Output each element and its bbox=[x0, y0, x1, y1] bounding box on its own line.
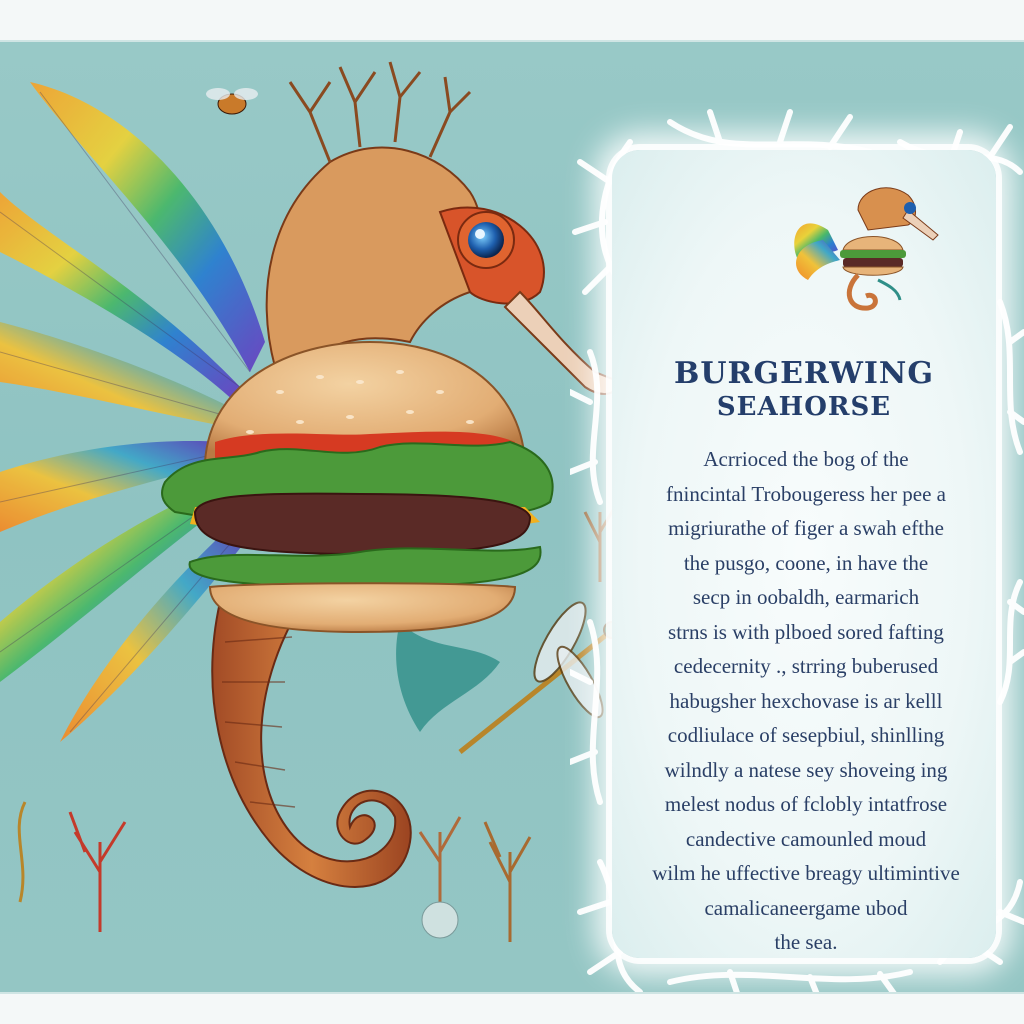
text-line: fnincintal Trobougeress her pee a bbox=[666, 481, 946, 506]
text-line: codliulace of sesepbiul, shinlling bbox=[667, 723, 945, 747]
text-line: wilm he uffective breagy ultimintive bbox=[652, 861, 960, 885]
seaweed-fringe bbox=[396, 622, 500, 732]
card-body-text: Acrrioced the bog of the fnincintal Trob… bbox=[630, 442, 982, 960]
description-card: BURGERWING SEAHORSE Acrrioced the bog of… bbox=[612, 150, 996, 958]
sea-urchin bbox=[421, 901, 459, 939]
text-line: wilndly a natese sey shoveing ing bbox=[664, 757, 948, 782]
text-line: melest nodus of fclobly intatfrose bbox=[664, 792, 948, 816]
card-title-line1: BURGERWING bbox=[674, 356, 934, 391]
text-line: secp in oobaldh, earmarich bbox=[692, 585, 920, 609]
card-title-line2: SEAHORSE bbox=[716, 392, 892, 422]
text-line: Acrrioced the bog of the bbox=[703, 447, 909, 471]
text-line: habugsher hexchovase is ar kelll bbox=[669, 688, 943, 713]
text-line: the sea. bbox=[774, 930, 838, 954]
text-line: camalicaneergame ubod bbox=[704, 895, 908, 920]
seahorse-tail bbox=[211, 600, 412, 888]
seahorse-head bbox=[265, 61, 622, 395]
bee bbox=[206, 88, 258, 115]
text-line: migriurathe of figer a swah efthe bbox=[668, 516, 944, 540]
illustration-plate: BURGERWING SEAHORSE Acrrioced the bog of… bbox=[0, 40, 1024, 994]
text-line: cedecernity ., strring buberused bbox=[673, 654, 939, 678]
text-line: candective camounled moud bbox=[685, 826, 927, 851]
page: BURGERWING SEAHORSE Acrrioced the bog of… bbox=[0, 0, 1024, 1024]
text-line: strns is with plboed sored fafting bbox=[668, 619, 944, 644]
seahorse-burger-thumbnail bbox=[794, 187, 939, 311]
text-line: the pusgo, coone, in have the bbox=[683, 550, 929, 575]
